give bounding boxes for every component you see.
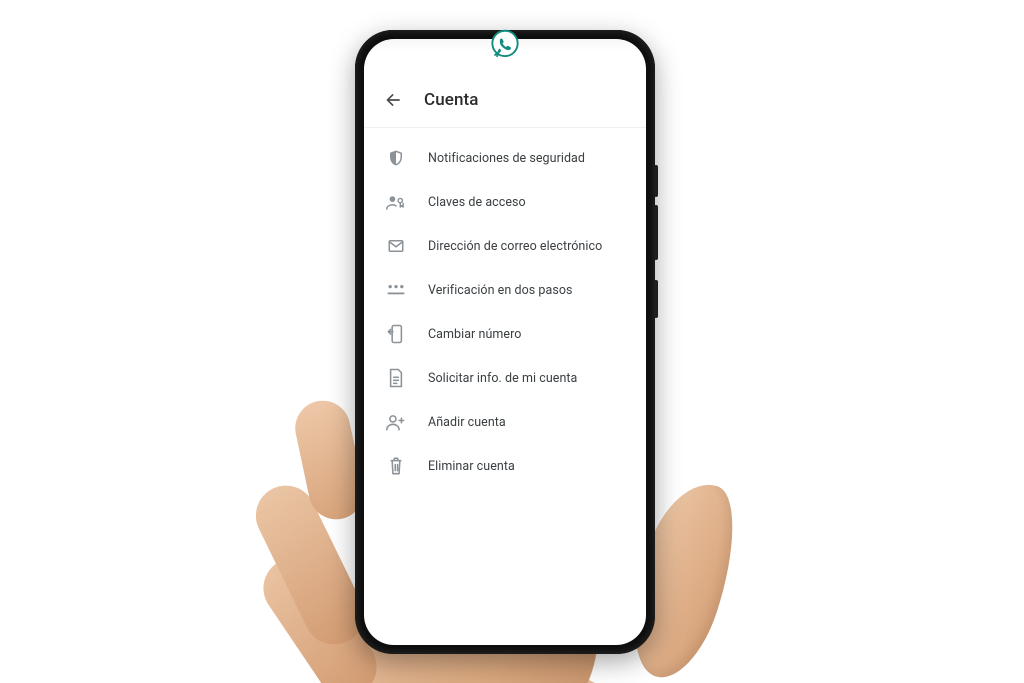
menu-item-label: Dirección de correo electrónico bbox=[428, 239, 602, 254]
pin-dots-icon bbox=[386, 280, 406, 300]
menu-item-change-number[interactable]: Cambiar número bbox=[364, 312, 646, 356]
mail-icon bbox=[386, 236, 406, 256]
menu-item-label: Verificación en dos pasos bbox=[428, 283, 573, 298]
menu-item-label: Eliminar cuenta bbox=[428, 459, 515, 474]
menu-item-email[interactable]: Dirección de correo electrónico bbox=[364, 224, 646, 268]
menu-item-two-step[interactable]: Verificación en dos pasos bbox=[364, 268, 646, 312]
phone-device: Cuenta Notificaciones de seguridad Clave… bbox=[355, 30, 655, 654]
whatsapp-logo-icon bbox=[484, 24, 526, 66]
menu-item-add-account[interactable]: Añadir cuenta bbox=[364, 400, 646, 444]
arrow-left-icon bbox=[383, 90, 403, 110]
menu-item-label: Cambiar número bbox=[428, 327, 521, 342]
menu-item-label: Claves de acceso bbox=[428, 195, 526, 210]
key-person-icon bbox=[386, 192, 406, 212]
divider bbox=[364, 127, 646, 128]
stage: Cuenta Notificaciones de seguridad Clave… bbox=[0, 0, 1024, 683]
file-request-icon bbox=[386, 368, 406, 388]
account-menu: Notificaciones de seguridad Claves de ac… bbox=[364, 134, 646, 488]
person-add-icon bbox=[386, 412, 406, 432]
trash-icon bbox=[386, 456, 406, 476]
menu-item-delete-account[interactable]: Eliminar cuenta bbox=[364, 444, 646, 488]
phone-screen: Cuenta Notificaciones de seguridad Clave… bbox=[364, 39, 646, 645]
shield-icon bbox=[386, 148, 406, 168]
menu-item-request-info[interactable]: Solicitar info. de mi cuenta bbox=[364, 356, 646, 400]
menu-item-label: Añadir cuenta bbox=[428, 415, 506, 430]
menu-item-security-notifications[interactable]: Notificaciones de seguridad bbox=[364, 136, 646, 180]
page-title: Cuenta bbox=[424, 90, 479, 110]
back-button[interactable] bbox=[382, 89, 404, 111]
menu-item-label: Notificaciones de seguridad bbox=[428, 151, 585, 166]
phone-transfer-icon bbox=[386, 324, 406, 344]
menu-item-label: Solicitar info. de mi cuenta bbox=[428, 371, 577, 386]
menu-item-passkeys[interactable]: Claves de acceso bbox=[364, 180, 646, 224]
